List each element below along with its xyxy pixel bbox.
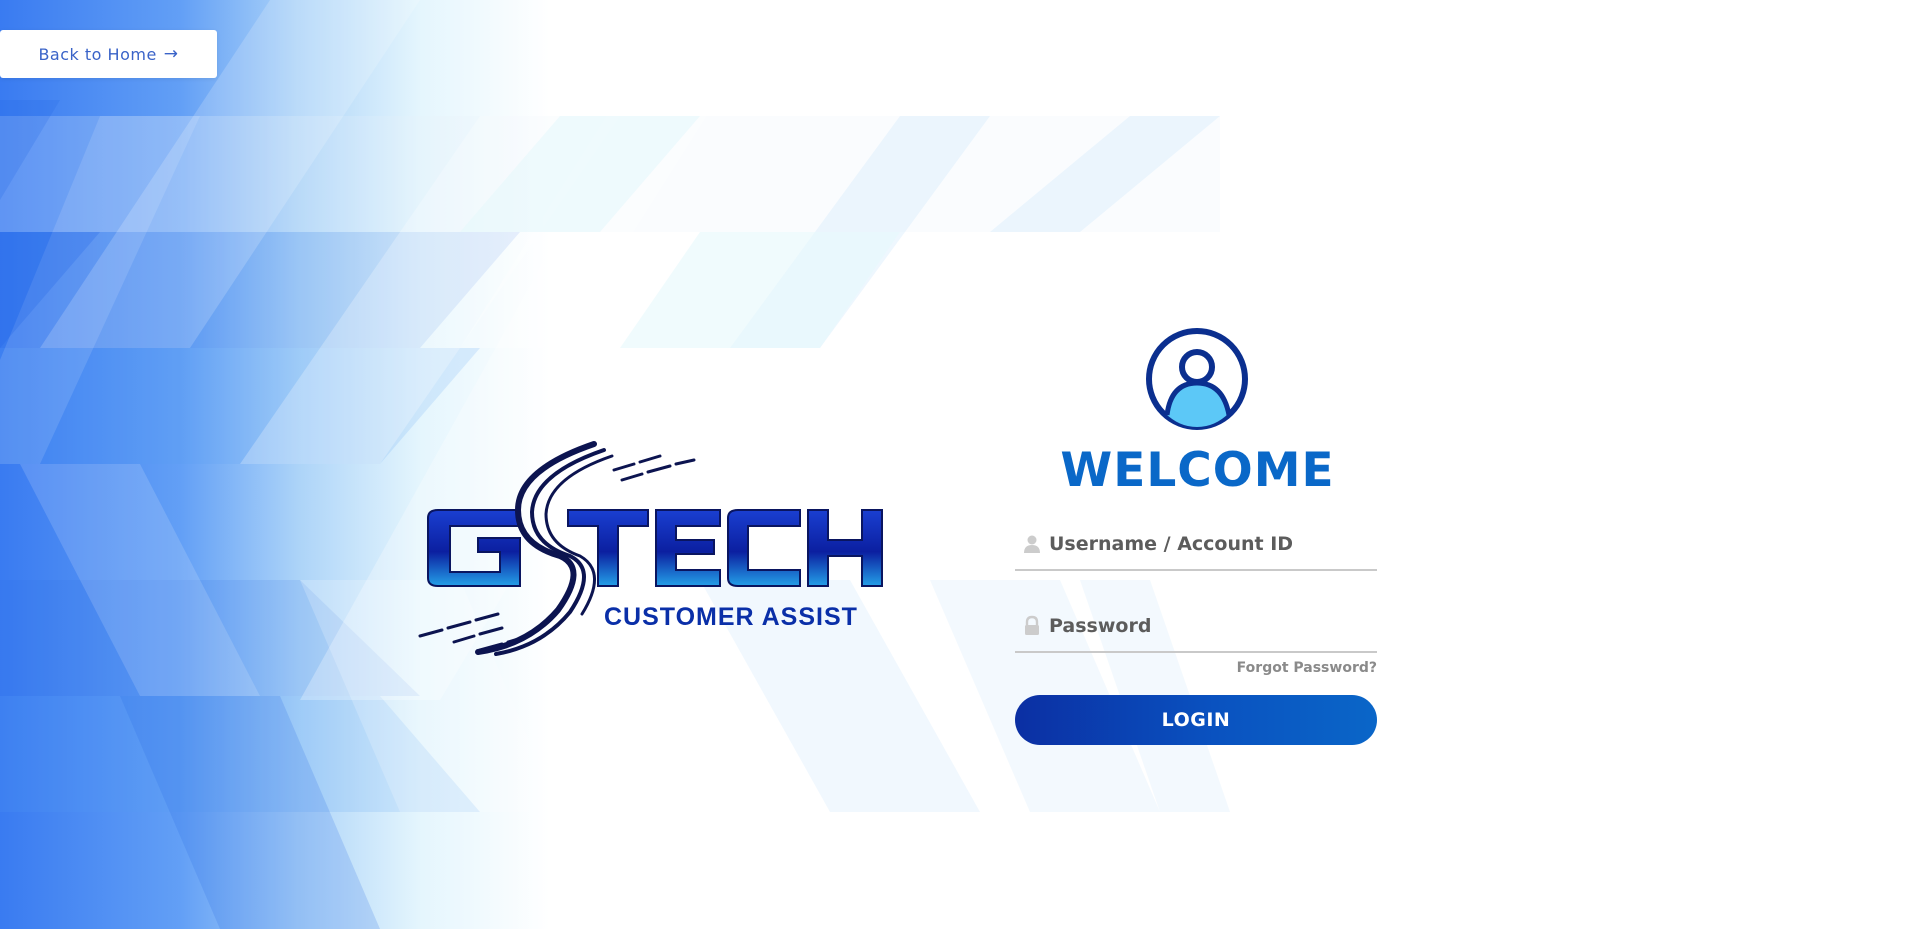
username-field[interactable] [1015, 519, 1377, 571]
login-button[interactable]: LOGIN [1015, 695, 1377, 745]
password-input[interactable] [1049, 615, 1349, 637]
back-to-home-label: Back to Home [38, 44, 157, 64]
user-avatar-icon [1146, 328, 1248, 430]
logo-subtitle: CUSTOMER ASSIST [604, 603, 858, 631]
arrow-right-icon: → [163, 44, 179, 64]
password-field[interactable] [1015, 601, 1377, 653]
username-input[interactable] [1049, 533, 1349, 555]
geometric-background [0, 0, 1912, 929]
forgot-password-link[interactable]: Forgot Password? [1015, 660, 1377, 676]
welcome-heading: WELCOME [1060, 443, 1335, 498]
lock-icon [1025, 615, 1039, 635]
user-icon [1024, 535, 1040, 553]
back-to-home-button[interactable]: Back to Home → [0, 30, 217, 78]
